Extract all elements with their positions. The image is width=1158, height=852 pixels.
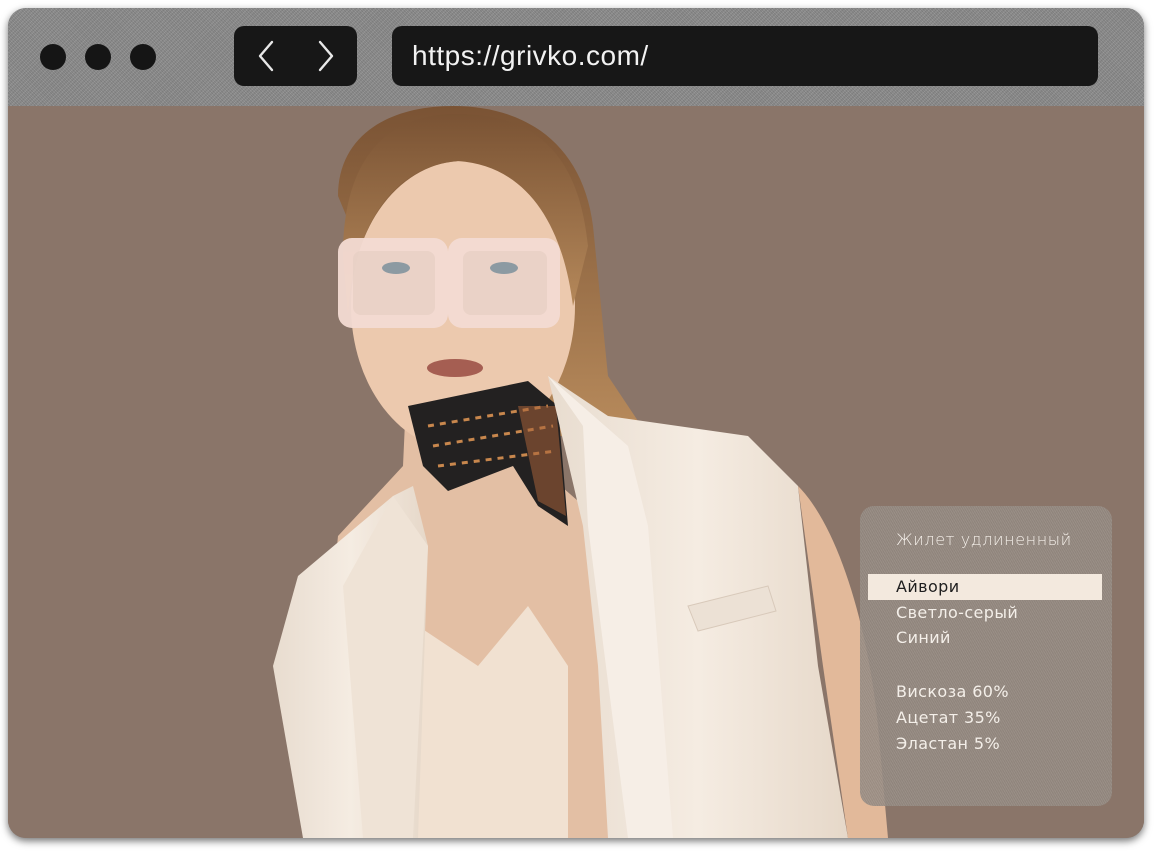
- composition-elastane: Эластан 5%: [896, 734, 1001, 753]
- composition-acetate: Ацетат 35%: [896, 708, 1001, 727]
- product-title: Жилет удлиненный: [896, 530, 1072, 549]
- browser-window: https://grivko.com/ Жилет удлиненный Айв…: [8, 8, 1144, 838]
- chevron-right-icon: [318, 40, 334, 72]
- back-button[interactable]: [236, 26, 296, 86]
- product-info-panel: Жилет удлиненный Айвори Светло-серый Син…: [860, 506, 1112, 806]
- chevron-left-icon: [258, 40, 274, 72]
- color-option-ivory[interactable]: Айвори: [868, 574, 1102, 600]
- address-bar[interactable]: https://grivko.com/: [392, 26, 1098, 86]
- browser-titlebar: https://grivko.com/: [8, 8, 1144, 106]
- color-option-light-gray[interactable]: Светло-серый: [868, 600, 1102, 626]
- window-minimize-dot[interactable]: [85, 44, 111, 70]
- window-close-dot[interactable]: [40, 44, 66, 70]
- window-maximize-dot[interactable]: [130, 44, 156, 70]
- page-content: Жилет удлиненный Айвори Светло-серый Син…: [8, 106, 1144, 838]
- forward-button[interactable]: [296, 26, 356, 86]
- navigation-buttons: [234, 26, 357, 86]
- color-option-blue[interactable]: Синий: [868, 625, 1102, 651]
- composition-viscose: Вискоза 60%: [896, 682, 1009, 701]
